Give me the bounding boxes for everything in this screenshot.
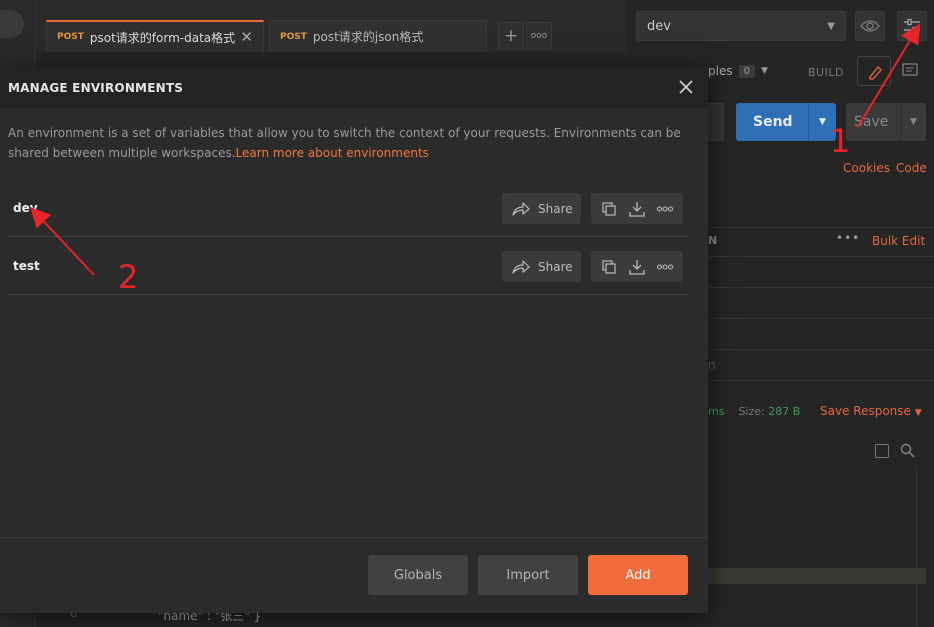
- size-value: 287 B: [768, 405, 801, 418]
- save-button[interactable]: Save ▼: [846, 103, 926, 141]
- request-tab-json[interactable]: POST post请求的json格式: [269, 20, 487, 52]
- sidebar-search-pill[interactable]: [0, 10, 24, 38]
- save-options-caret-icon[interactable]: ▼: [900, 103, 926, 141]
- tab-method-badge: POST: [57, 32, 84, 42]
- modal-description: An environment is a set of variables tha…: [8, 123, 688, 163]
- share-label: Share: [538, 201, 573, 216]
- environment-name[interactable]: test: [13, 237, 40, 294]
- divider: [708, 256, 934, 257]
- save-response-label: Save Response: [820, 404, 911, 418]
- modal-header: MANAGE ENVIRONMENTS: [0, 67, 708, 108]
- send-button[interactable]: Send ▼: [736, 103, 836, 141]
- environment-quick-look-button[interactable]: [855, 11, 885, 41]
- globals-button[interactable]: Globals: [368, 555, 468, 595]
- divider: [708, 380, 934, 381]
- examples-label: ples: [708, 64, 733, 78]
- divider: [708, 349, 934, 350]
- tab-title: post请求的json格式: [312, 30, 424, 44]
- eye-icon: [860, 20, 880, 32]
- manage-environments-button[interactable]: [897, 11, 927, 41]
- size-label: Size:: [738, 405, 765, 418]
- edit-button[interactable]: [857, 56, 891, 86]
- save-label: Save: [854, 114, 889, 130]
- examples-count-badge: 0: [738, 64, 755, 78]
- divider: [708, 227, 934, 228]
- share-button[interactable]: Share: [502, 251, 581, 282]
- annotation-number-2: 2: [118, 258, 139, 296]
- share-arrow-icon: [512, 201, 530, 216]
- tab-close-icon[interactable]: ✕: [240, 28, 253, 46]
- bulk-edit-link[interactable]: Bulk Edit: [872, 234, 925, 248]
- add-environment-button[interactable]: Add: [588, 555, 688, 595]
- build-mode-label[interactable]: BUILD: [808, 66, 844, 79]
- environment-actions: [591, 251, 683, 282]
- url-input[interactable]: [708, 103, 724, 141]
- tab-more-button[interactable]: ooo: [526, 22, 552, 50]
- learn-more-link[interactable]: Learn more about environments: [236, 146, 429, 160]
- download-icon[interactable]: [626, 198, 648, 220]
- examples-dropdown[interactable]: ples 0 ▼: [708, 64, 768, 78]
- comment-icon: [902, 63, 918, 76]
- annotation-number-1: 1: [830, 122, 851, 160]
- modal-footer: Globals Import Add: [0, 537, 708, 613]
- response-status-bar: ms Size: 287 B: [708, 405, 800, 418]
- copy-icon[interactable]: [875, 444, 889, 458]
- close-icon[interactable]: [676, 77, 696, 97]
- tab-title: psot请求的form-data格式: [89, 30, 236, 45]
- send-label: Send: [753, 114, 793, 130]
- divider: [708, 318, 934, 319]
- environment-row[interactable]: test Share: [8, 237, 688, 295]
- caret-down-icon: ▼: [760, 66, 768, 76]
- environment-actions: [591, 193, 683, 224]
- divider: [708, 287, 934, 288]
- params-table-header: N: [708, 234, 718, 247]
- manage-environments-modal: MANAGE ENVIRONMENTS An environment is a …: [0, 67, 708, 613]
- environment-name[interactable]: dev: [13, 179, 38, 236]
- tab-method-badge: POST: [280, 31, 307, 42]
- duplicate-icon[interactable]: [598, 198, 620, 220]
- pencil-icon: [869, 66, 882, 80]
- environment-select[interactable]: dev ▼: [636, 11, 846, 41]
- settings-sliders-icon: [904, 18, 920, 34]
- new-tab-button[interactable]: +: [498, 22, 524, 50]
- share-button[interactable]: Share: [502, 193, 581, 224]
- modal-title: MANAGE ENVIRONMENTS: [8, 80, 184, 95]
- search-icon[interactable]: [900, 443, 915, 458]
- params-more-icon[interactable]: •••: [836, 231, 860, 245]
- share-label: Share: [538, 259, 573, 274]
- highlighted-code-line: [708, 568, 926, 584]
- request-tab-form-data[interactable]: POST psot请求的form-data格式 ✕: [46, 20, 264, 52]
- comments-button[interactable]: [893, 56, 927, 86]
- environment-row[interactable]: dev Share: [8, 179, 688, 237]
- params-row-fragment: n: [708, 358, 716, 372]
- response-time-fragment: ms: [708, 405, 725, 418]
- response-scrollbar[interactable]: [916, 470, 926, 627]
- duplicate-icon[interactable]: [598, 256, 620, 278]
- cookies-link[interactable]: Cookies: [843, 161, 890, 175]
- request-tab-bar: POST psot请求的form-data格式 ✕ POST post请求的js…: [36, 0, 626, 52]
- more-options-icon[interactable]: [654, 198, 676, 220]
- share-arrow-icon: [512, 259, 530, 274]
- environment-select-value: dev: [647, 18, 671, 34]
- download-icon[interactable]: [626, 256, 648, 278]
- code-link[interactable]: Code: [896, 161, 927, 175]
- save-response-button[interactable]: Save Response ▼: [820, 404, 922, 418]
- caret-down-icon: ▼: [827, 20, 835, 32]
- import-button[interactable]: Import: [478, 555, 578, 595]
- more-options-icon[interactable]: [654, 256, 676, 278]
- caret-down-icon: ▼: [914, 408, 922, 418]
